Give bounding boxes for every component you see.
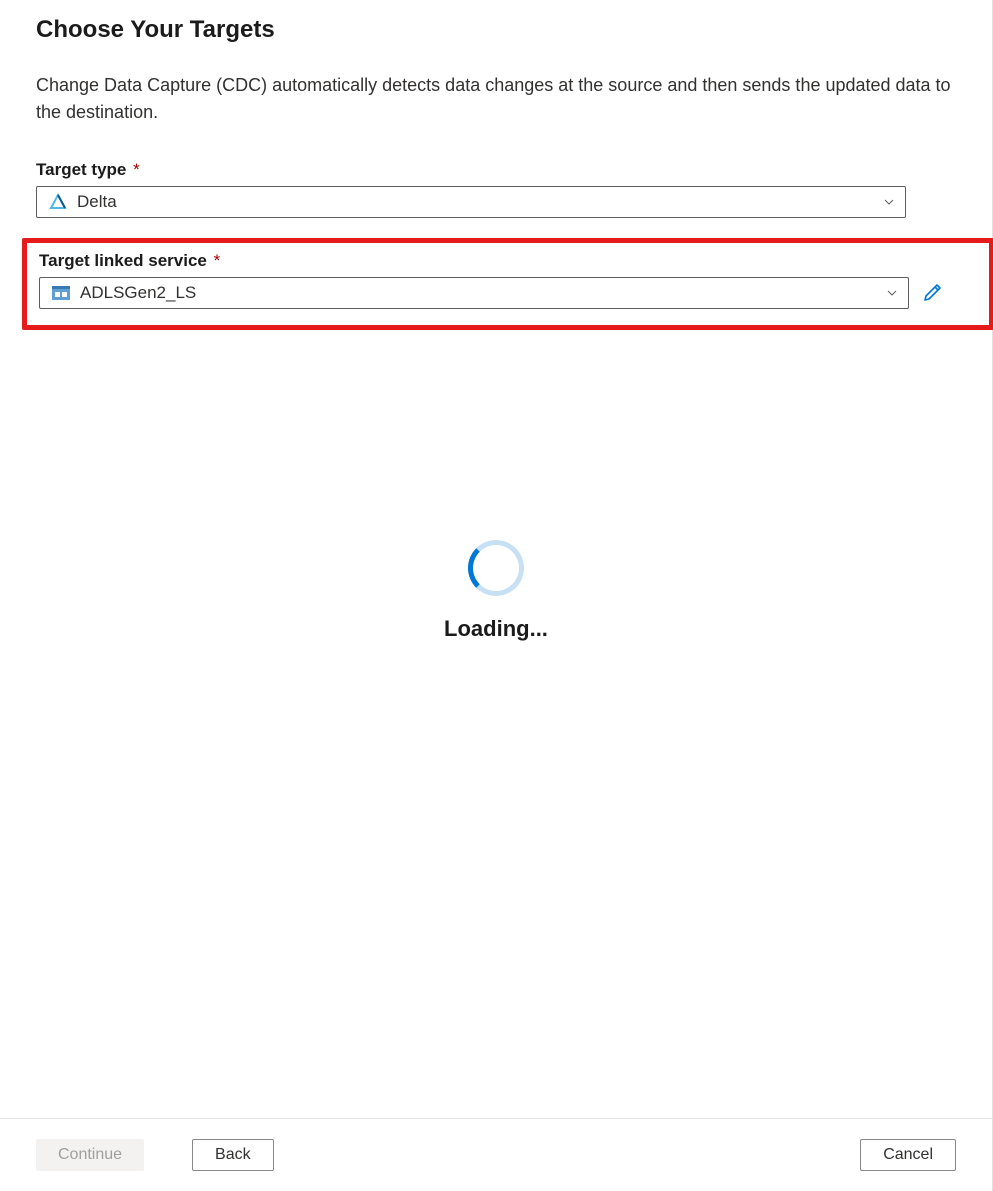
target-type-label: Target type *: [36, 160, 956, 180]
loading-text: Loading...: [444, 616, 548, 642]
delta-icon: [49, 193, 67, 211]
chevron-down-icon: [886, 287, 898, 299]
linked-service-field: Target linked service * ADLSGen2_LS: [39, 251, 977, 309]
storage-icon: [52, 284, 70, 302]
linked-service-dropdown[interactable]: ADLSGen2_LS: [39, 277, 909, 309]
target-type-value: Delta: [77, 192, 883, 212]
cancel-button[interactable]: Cancel: [860, 1139, 956, 1171]
target-type-field: Target type * Delta: [36, 160, 956, 218]
chevron-down-icon: [883, 196, 895, 208]
target-type-label-text: Target type: [36, 160, 126, 179]
back-button[interactable]: Back: [192, 1139, 274, 1171]
page-description: Change Data Capture (CDC) automatically …: [36, 72, 956, 126]
linked-service-label: Target linked service *: [39, 251, 977, 271]
continue-button: Continue: [36, 1139, 144, 1171]
required-asterisk: *: [214, 251, 221, 270]
loading-spinner-icon: [468, 540, 524, 596]
footer: Continue Back Cancel: [0, 1118, 992, 1191]
edit-icon[interactable]: [921, 282, 943, 304]
linked-service-value: ADLSGen2_LS: [80, 283, 886, 303]
linked-service-label-text: Target linked service: [39, 251, 207, 270]
page-title: Choose Your Targets: [36, 16, 956, 44]
target-type-dropdown[interactable]: Delta: [36, 186, 906, 218]
highlighted-linked-service: Target linked service * ADLSGen2_LS: [22, 238, 993, 330]
required-asterisk: *: [133, 160, 140, 179]
loading-section: Loading...: [0, 540, 992, 642]
